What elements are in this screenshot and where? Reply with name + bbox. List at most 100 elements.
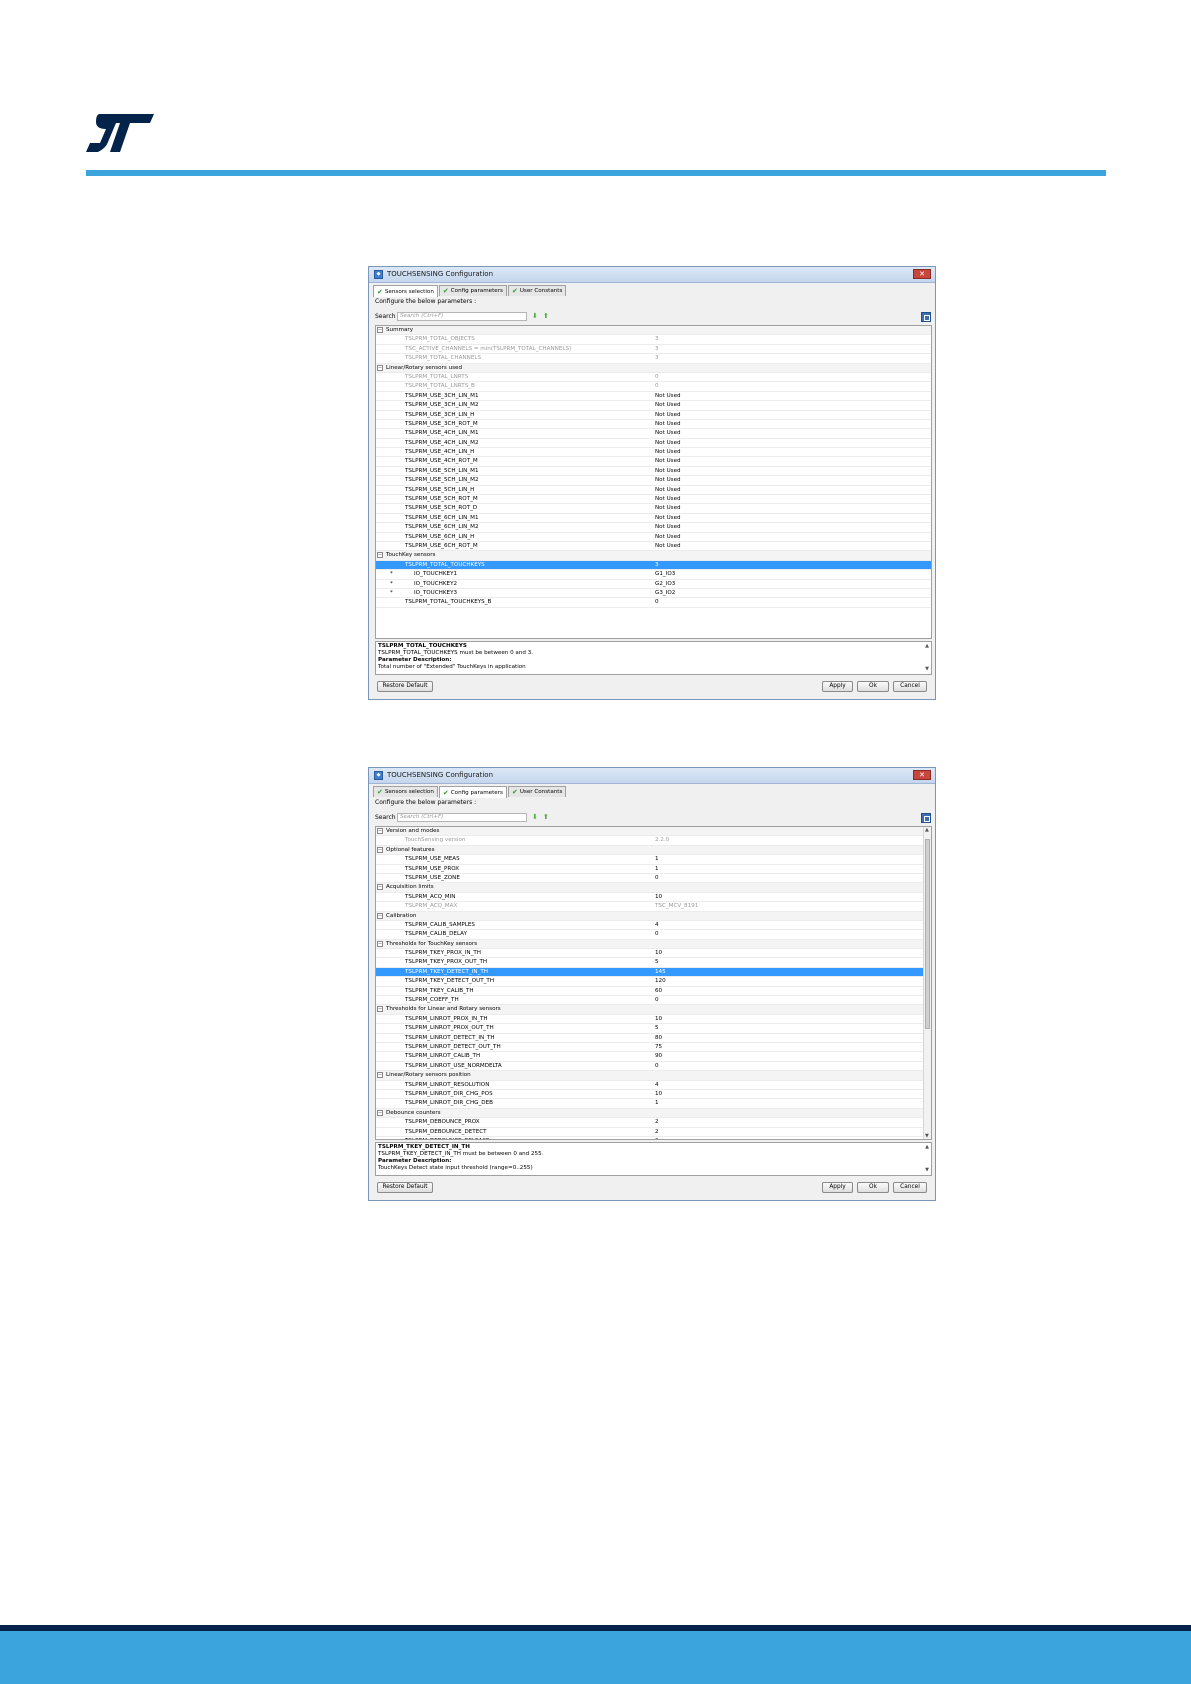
tree-param-row[interactable]: TSLPRM_USE_5CH_LIN_M2 Not Used: [376, 476, 931, 486]
param-value[interactable]: 0: [655, 930, 659, 938]
arrow-down-icon[interactable]: ⬇: [532, 813, 538, 822]
scroll-up-icon[interactable]: ▲: [925, 643, 929, 650]
tree-param-row[interactable]: TSLPRM_TOTAL_TOUCHKEYS 3: [376, 560, 931, 571]
tree-param-row[interactable]: TSLPRM_USE_5CH_ROT_D Not Used: [376, 504, 931, 514]
ok-button[interactable]: Ok: [857, 1182, 889, 1193]
param-value[interactable]: 0: [655, 874, 659, 882]
restore-default-button[interactable]: Restore Default: [377, 681, 433, 692]
tree-param-row[interactable]: * IO_TOUCHKEY3 G3_IO2: [376, 589, 931, 599]
parameter-tree[interactable]: − Version and modes TouchSensing version 2.…: [375, 826, 932, 1140]
tree-scrollbar[interactable]: ▲ ▼: [923, 827, 931, 1139]
param-value[interactable]: 145: [655, 968, 666, 976]
collapse-icon[interactable]: −: [377, 912, 383, 919]
tree-param-row[interactable]: TouchSensing version 2.2.0: [376, 836, 931, 846]
parameter-tree[interactable]: − Summary TSLPRM_TOTAL_OBJECTS 3 TSC_ACTIVE_…: [375, 325, 932, 639]
scroll-down-icon[interactable]: ▼: [925, 666, 929, 673]
cancel-button[interactable]: Cancel: [893, 1182, 927, 1193]
tree-param-row[interactable]: TSLPRM_USE_6CH_LIN_M2 Not Used: [376, 523, 931, 533]
collapse-icon[interactable]: −: [377, 1072, 383, 1079]
tree-param-row[interactable]: TSLPRM_LINROT_DETECT_IN_TH 80: [376, 1034, 931, 1043]
tree-param-row[interactable]: TSLPRM_LINROT_DIR_CHG_DEB 1: [376, 1099, 931, 1109]
param-value[interactable]: 0: [655, 598, 659, 606]
collapse-icon[interactable]: −: [377, 884, 383, 891]
tree-param-row[interactable]: TSLPRM_USE_6CH_LIN_M1 Not Used: [376, 514, 931, 524]
collapse-icon[interactable]: −: [377, 1006, 383, 1013]
arrow-up-icon[interactable]: ⬆: [543, 312, 549, 321]
param-value[interactable]: 10: [655, 1090, 662, 1098]
param-value[interactable]: G2_IO3: [655, 580, 675, 588]
arrow-up-icon[interactable]: ⬆: [543, 813, 549, 822]
param-value[interactable]: 10: [655, 893, 662, 901]
scroll-up-icon[interactable]: ▲: [925, 827, 929, 833]
tree-param-row[interactable]: TSLPRM_USE_3CH_LIN_M2 Not Used: [376, 401, 931, 411]
tree-group-row[interactable]: − TouchKey sensors: [376, 551, 931, 561]
param-value[interactable]: Not Used: [655, 467, 681, 475]
tree-param-row[interactable]: TSLPRM_USE_4CH_LIN_M2 Not Used: [376, 439, 931, 449]
tab-config-parameters[interactable]: ✔ Config parameters: [438, 786, 507, 798]
tab-sensors-selection[interactable]: ✔ Sensors selection: [373, 786, 438, 797]
tree-param-row[interactable]: TSLPRM_USE_6CH_ROT_M Not Used: [376, 542, 931, 552]
tree-param-row[interactable]: TSLPRM_USE_6CH_LIN_H Not Used: [376, 533, 931, 542]
tree-group-row[interactable]: − Thresholds for TouchKey sensors: [376, 939, 931, 950]
ok-button[interactable]: Ok: [857, 681, 889, 692]
tree-group-row[interactable]: − Summary: [376, 326, 931, 336]
param-value[interactable]: G1_IO3: [655, 570, 675, 578]
tree-param-row[interactable]: TSLPRM_USE_4CH_LIN_M1 Not Used: [376, 429, 931, 439]
tree-param-row[interactable]: TSLPRM_LINROT_RESOLUTION 4: [376, 1081, 931, 1090]
collapse-icon[interactable]: −: [377, 364, 383, 371]
tree-param-row[interactable]: TSLPRM_USE_3CH_LIN_H Not Used: [376, 411, 931, 420]
param-value[interactable]: 75: [655, 1043, 662, 1051]
tree-param-row[interactable]: TSLPRM_ACQ_MAX TSC_MCV_8191: [376, 902, 931, 912]
param-value[interactable]: 10: [655, 949, 662, 957]
tree-param-row[interactable]: TSC_ACTIVE_CHANNELS = min(TSLPRM_TOTAL_C…: [376, 345, 931, 355]
param-value[interactable]: Not Used: [655, 392, 681, 400]
param-value[interactable]: 0: [655, 1062, 659, 1070]
tree-param-row[interactable]: TSLPRM_USE_MEAS 1: [376, 855, 931, 865]
tree-param-row[interactable]: TSLPRM_CALIB_SAMPLES 4: [376, 921, 931, 931]
tree-param-row[interactable]: TSLPRM_TOTAL_OBJECTS 3: [376, 335, 931, 345]
restore-default-button[interactable]: Restore Default: [377, 1182, 433, 1193]
tree-group-row[interactable]: − Linear/Rotary sensors used: [376, 363, 931, 373]
tab-user-constants[interactable]: ✔ User Constants: [507, 786, 567, 797]
tab-sensors-selection[interactable]: ✔ Sensors selection: [373, 285, 438, 297]
tree-param-row[interactable]: TSLPRM_LINROT_DETECT_OUT_TH 75: [376, 1043, 931, 1053]
tree-param-row[interactable]: TSLPRM_TOTAL_LNRTS 0: [376, 373, 931, 383]
param-value[interactable]: 2: [655, 1137, 659, 1139]
param-value[interactable]: 3: [655, 354, 659, 362]
tree-param-row[interactable]: TSLPRM_LINROT_USE_NORMDELTA 0: [376, 1062, 931, 1072]
param-value[interactable]: 1: [655, 1099, 659, 1107]
param-value[interactable]: 0: [655, 996, 659, 1004]
param-value[interactable]: 2.2.0: [655, 836, 669, 844]
param-value[interactable]: Not Used: [655, 476, 681, 484]
tree-param-row[interactable]: * IO_TOUCHKEY1 G1_IO3: [376, 570, 931, 580]
param-value[interactable]: 80: [655, 1034, 662, 1042]
collapse-icon[interactable]: −: [377, 1109, 383, 1116]
param-value[interactable]: 120: [655, 977, 666, 985]
param-value[interactable]: 3: [655, 561, 659, 569]
tree-param-row[interactable]: TSLPRM_LINROT_PROX_IN_TH 10: [376, 1015, 931, 1025]
collapse-icon[interactable]: −: [377, 552, 383, 559]
tree-param-row[interactable]: TSLPRM_TKEY_DETECT_IN_TH 145: [376, 967, 931, 978]
tree-param-row[interactable]: TSLPRM_TOTAL_CHANNELS 3: [376, 354, 931, 364]
param-value[interactable]: 10: [655, 1015, 662, 1023]
param-value[interactable]: Not Used: [655, 486, 681, 494]
param-value[interactable]: Not Used: [655, 523, 681, 531]
tab-user-constants[interactable]: ✔ User Constants: [507, 285, 567, 296]
param-value[interactable]: 1: [655, 855, 659, 863]
collapse-icon[interactable]: −: [377, 327, 383, 333]
param-value[interactable]: TSC_MCV_8191: [655, 902, 698, 910]
scroll-up-icon[interactable]: ▲: [925, 1144, 929, 1151]
tree-param-row[interactable]: TSLPRM_USE_ZONE 0: [376, 874, 931, 884]
tree-group-row[interactable]: − Linear/Rotary sensors position: [376, 1071, 931, 1081]
tree-param-row[interactable]: TSLPRM_CALIB_DELAY 0: [376, 930, 931, 940]
param-value[interactable]: Not Used: [655, 495, 681, 503]
tree-param-row[interactable]: TSLPRM_LINROT_DIR_CHG_POS 10: [376, 1090, 931, 1100]
param-value[interactable]: 2: [655, 1118, 659, 1126]
collapse-icon[interactable]: −: [377, 846, 383, 853]
tree-param-row[interactable]: * IO_TOUCHKEY2 G2_IO3: [376, 580, 931, 589]
param-value[interactable]: Not Used: [655, 542, 681, 550]
tree-param-row[interactable]: TSLPRM_LINROT_CALIB_TH 90: [376, 1052, 931, 1062]
param-value[interactable]: Not Used: [655, 504, 681, 512]
apply-button[interactable]: Apply: [822, 1182, 853, 1193]
tree-group-row[interactable]: − Acquisition limits: [376, 883, 931, 893]
